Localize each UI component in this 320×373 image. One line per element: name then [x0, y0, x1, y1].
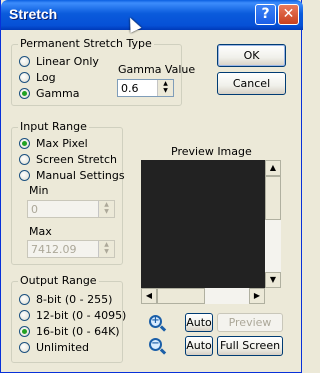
gamma-value-text: 0.6 — [121, 82, 139, 95]
radio-button-icon — [19, 55, 30, 67]
max-label: Max — [29, 225, 52, 238]
help-button[interactable]: ? — [255, 4, 276, 25]
radio-label: Max Pixel — [36, 136, 88, 150]
window-title: Stretch — [9, 6, 58, 22]
radio-button-icon — [19, 309, 30, 321]
gamma-value-spinner[interactable]: 0.6 ▲ ▼ — [117, 79, 174, 97]
radio-button-selected-icon — [19, 137, 30, 149]
input-range-legend: Input Range — [18, 120, 89, 133]
stretch-type-legend: Permanent Stretch Type — [18, 37, 154, 50]
scroll-up-icon[interactable]: ▲ — [265, 160, 281, 176]
radio-label: Linear Only — [36, 54, 99, 68]
radio-label: 16-bit (0 - 64K) — [36, 324, 120, 338]
vertical-scrollbar[interactable]: ▲ ▼ — [265, 160, 281, 288]
min-spinner[interactable]: 0 ▲ ▼ — [27, 200, 115, 218]
preview-image-label: Preview Image — [171, 145, 252, 158]
radio-gamma[interactable]: Gamma — [19, 86, 79, 100]
spinner-arrows[interactable]: ▲ ▼ — [157, 80, 173, 96]
radio-label: Log — [36, 70, 56, 84]
close-button[interactable]: ✕ — [278, 4, 299, 25]
auto-button-1[interactable]: Auto — [185, 313, 213, 332]
radio-button-icon — [19, 341, 30, 353]
up-arrow-icon[interactable]: ▲ — [158, 80, 173, 87]
radio-unlimited[interactable]: Unlimited — [19, 340, 89, 354]
radio-button-icon — [19, 71, 30, 83]
output-range-legend: Output Range — [18, 274, 99, 287]
max-value-text: 7412.09 — [31, 243, 77, 256]
radio-manual-settings[interactable]: Manual Settings — [19, 168, 125, 182]
radio-8-bit[interactable]: 8-bit (0 - 255) — [19, 292, 112, 306]
full-screen-button[interactable]: Full Screen — [217, 336, 283, 356]
gamma-value-label: Gamma Value — [118, 63, 196, 76]
radio-button-selected-icon — [19, 325, 30, 337]
zoom-in-icon[interactable]: + — [147, 314, 167, 334]
down-arrow-icon[interactable]: ▼ — [99, 248, 114, 255]
preview-button[interactable]: Preview — [217, 313, 283, 332]
up-arrow-icon[interactable]: ▲ — [99, 241, 114, 248]
radio-linear-only[interactable]: Linear Only — [19, 54, 99, 68]
min-value-text: 0 — [31, 203, 38, 216]
title-bar[interactable]: Stretch ? ✕ — [1, 0, 303, 30]
vertical-scroll-thumb[interactable] — [265, 176, 281, 220]
spinner-arrows[interactable]: ▲ ▼ — [98, 201, 114, 217]
scroll-down-icon[interactable]: ▼ — [265, 272, 281, 288]
radio-button-icon — [19, 153, 30, 165]
stretch-dialog: Stretch ? ✕ Permanent Stretch Type Linea… — [0, 0, 303, 373]
down-arrow-icon[interactable]: ▼ — [158, 87, 173, 94]
max-spinner[interactable]: 7412.09 ▲ ▼ — [27, 240, 115, 258]
radio-screen-stretch[interactable]: Screen Stretch — [19, 152, 117, 166]
radio-16-bit[interactable]: 16-bit (0 - 64K) — [19, 324, 120, 338]
radio-button-icon — [19, 293, 30, 305]
cancel-button[interactable]: Cancel — [217, 72, 286, 95]
preview-image[interactable] — [141, 160, 265, 288]
spinner-arrows[interactable]: ▲ ▼ — [98, 241, 114, 257]
radio-label: 8-bit (0 - 255) — [36, 292, 113, 306]
horizontal-scroll-thumb[interactable] — [157, 288, 205, 304]
radio-button-icon — [19, 169, 30, 181]
down-arrow-icon[interactable]: ▼ — [99, 208, 114, 215]
up-arrow-icon[interactable]: ▲ — [99, 201, 114, 208]
horizontal-scrollbar[interactable]: ◀ ▶ — [141, 288, 265, 304]
radio-log[interactable]: Log — [19, 70, 56, 84]
auto-button-2[interactable]: Auto — [185, 336, 213, 356]
ok-button[interactable]: OK — [217, 44, 286, 67]
scroll-left-icon[interactable]: ◀ — [141, 288, 157, 304]
min-label: Min — [29, 184, 49, 197]
scroll-right-icon[interactable]: ▶ — [249, 288, 265, 304]
radio-label: 12-bit (0 - 4095) — [36, 308, 127, 322]
radio-label: Screen Stretch — [36, 152, 117, 166]
radio-label: Manual Settings — [36, 168, 125, 182]
radio-12-bit[interactable]: 12-bit (0 - 4095) — [19, 308, 126, 322]
zoom-out-icon[interactable]: − — [147, 337, 167, 357]
radio-label: Unlimited — [36, 340, 89, 354]
radio-button-selected-icon — [19, 87, 30, 99]
radio-label: Gamma — [36, 86, 80, 100]
radio-max-pixel[interactable]: Max Pixel — [19, 136, 88, 150]
